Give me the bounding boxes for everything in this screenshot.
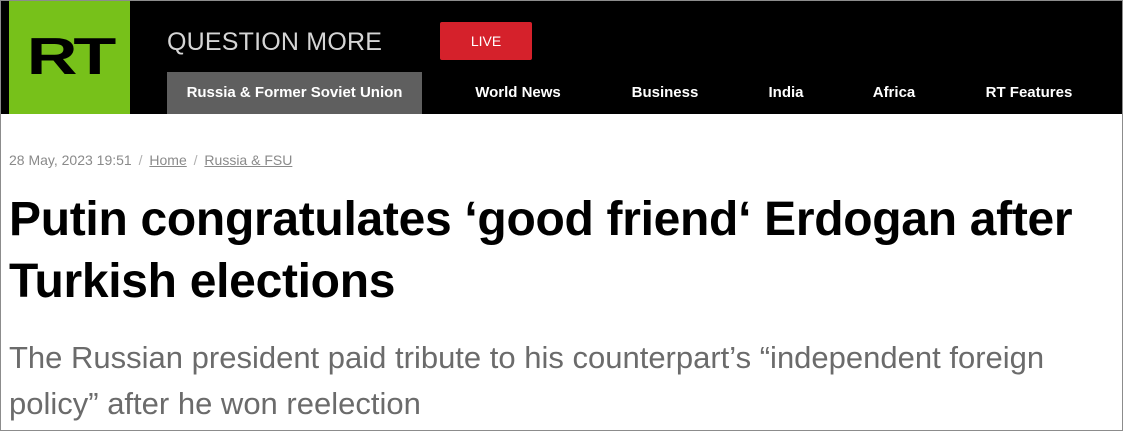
breadcrumb-category-link[interactable]: Russia & FSU [204,152,292,168]
live-button[interactable]: LIVE [440,22,532,60]
nav-item-world-news[interactable]: World News [459,72,577,114]
article-meta: 28 May, 2023 19:51 / Home / Russia & FSU [9,152,292,168]
nav-item-russia-fsu[interactable]: Russia & Former Soviet Union [167,72,422,114]
page: RT QUESTION MORE LIVE Russia & Former So… [0,0,1123,431]
article-timestamp: 28 May, 2023 19:51 [9,152,132,168]
site-header: RT QUESTION MORE LIVE Russia & Former So… [1,1,1122,114]
nav-item-africa[interactable]: Africa [856,72,932,114]
nav-item-rt-features[interactable]: RT Features [969,72,1089,114]
nav-item-india[interactable]: India [751,72,821,114]
site-slogan: QUESTION MORE [167,28,383,56]
article-headline: Putin congratulates ‘good friend‘ Erdoga… [9,193,1073,308]
nav-item-business[interactable]: Business [615,72,715,114]
breadcrumb-home-link[interactable]: Home [149,152,186,168]
article-summary: The Russian president paid tribute to hi… [9,340,1045,421]
main-nav: Russia & Former Soviet Union World News … [1,72,1122,114]
breadcrumb-separator: / [193,152,198,168]
breadcrumb-separator: / [138,152,143,168]
